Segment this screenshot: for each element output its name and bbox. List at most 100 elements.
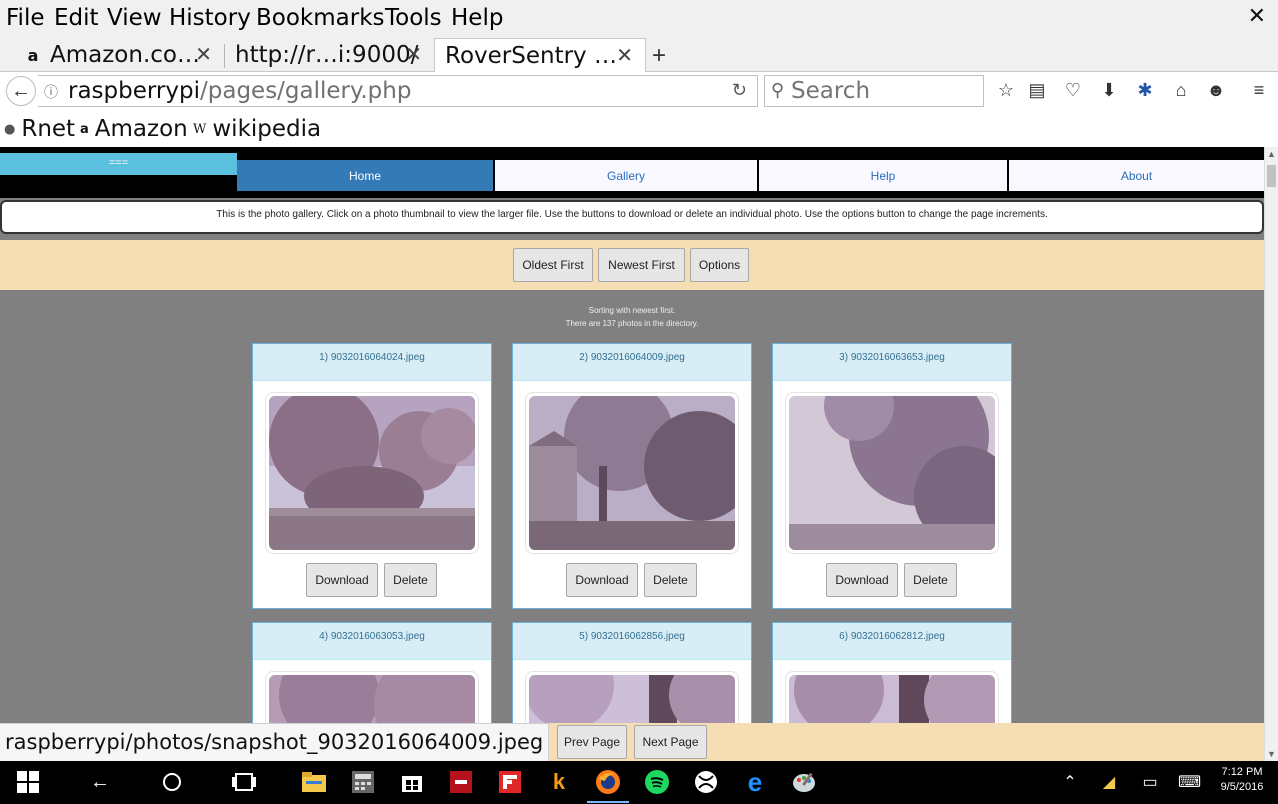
- pocket-icon[interactable]: ♡: [1062, 80, 1084, 101]
- bookmark-star-icon[interactable]: ☆: [995, 80, 1017, 101]
- photo-image: [269, 396, 475, 550]
- calculator-icon[interactable]: [348, 767, 378, 797]
- delete-button[interactable]: Delete: [384, 563, 437, 597]
- wifi-icon[interactable]: ◢: [1098, 772, 1120, 792]
- photo-title[interactable]: 4) 9032016063053.jpeg: [253, 623, 491, 660]
- tab-amazon[interactable]: a Amazon.co… ✕: [0, 38, 224, 72]
- xbox-icon[interactable]: [691, 767, 721, 797]
- tab-rover-stream[interactable]: http://r…i:9000/ ✕: [225, 38, 434, 72]
- firefox-icon[interactable]: [587, 767, 629, 803]
- windows-start-icon[interactable]: [13, 767, 43, 797]
- menu-bookmarks[interactable]: Bookmarks: [256, 5, 385, 31]
- scroll-up-icon[interactable]: ▲: [1267, 149, 1276, 159]
- menu-tools[interactable]: Tools: [385, 5, 442, 31]
- menu-bar: File Edit View History Bookmarks Tools H…: [0, 0, 1278, 38]
- bookmark-amazon[interactable]: a Amazon: [80, 116, 188, 142]
- new-tab-button[interactable]: +: [652, 42, 666, 70]
- bookmark-rnet[interactable]: ● Rnet: [4, 116, 75, 142]
- notification-icon[interactable]: ▭: [1139, 772, 1161, 792]
- nav-about[interactable]: About: [1009, 160, 1264, 191]
- edge-icon[interactable]: e: [740, 767, 770, 797]
- photo-thumbnail[interactable]: [525, 392, 739, 554]
- tab-label: Amazon.co…: [50, 42, 200, 68]
- tab-close-icon[interactable]: ✕: [616, 43, 633, 67]
- photo-image: [269, 675, 475, 723]
- delete-button[interactable]: Delete: [644, 563, 697, 597]
- translate-icon[interactable]: ✱: [1134, 80, 1156, 101]
- hamburger-menu-icon[interactable]: ≡: [1248, 80, 1270, 101]
- cortana-icon[interactable]: [157, 767, 187, 797]
- options-button[interactable]: Options: [690, 248, 749, 282]
- kindle-icon[interactable]: k: [544, 767, 574, 797]
- photo-title[interactable]: 1) 9032016064024.jpeg: [253, 344, 491, 381]
- photo-count: There are 137 photos in the directory.: [565, 319, 699, 328]
- home-icon[interactable]: ⌂: [1170, 80, 1192, 101]
- photo-title[interactable]: 2) 9032016064009.jpeg: [513, 344, 751, 381]
- downloads-icon[interactable]: ⬇: [1098, 80, 1120, 101]
- taskbar-clock[interactable]: 7:12 PM 9/5/2016: [1210, 765, 1274, 795]
- store-icon[interactable]: [397, 767, 427, 797]
- delete-button[interactable]: Delete: [904, 563, 957, 597]
- chat-icon[interactable]: ☻: [1205, 80, 1227, 101]
- nav-home[interactable]: Home: [237, 160, 495, 191]
- site-info-icon[interactable]: ⓘ: [44, 82, 58, 102]
- menu-help[interactable]: Help: [451, 5, 503, 31]
- chevron-up-icon[interactable]: ⌃: [1059, 772, 1081, 792]
- prev-page-button[interactable]: Prev Page: [557, 725, 627, 759]
- news-app-icon[interactable]: [446, 767, 476, 797]
- menu-file[interactable]: File: [6, 5, 45, 31]
- download-button[interactable]: Download: [306, 563, 378, 597]
- file-explorer-icon[interactable]: [299, 767, 329, 797]
- bookmarks-toolbar: ● Rnet a Amazon W wikipedia: [0, 110, 1278, 147]
- menu-toggle-button[interactable]: ===: [0, 153, 237, 175]
- reload-icon[interactable]: ↻: [732, 80, 747, 101]
- menu-history[interactable]: History: [169, 5, 251, 31]
- photo-title[interactable]: 3) 9032016063653.jpeg: [773, 344, 1011, 381]
- back-button[interactable]: ←: [6, 76, 36, 106]
- photo-thumbnail[interactable]: [265, 671, 479, 723]
- paint-icon[interactable]: [789, 767, 819, 797]
- nav-gallery[interactable]: Gallery: [495, 160, 759, 191]
- tab-label: RoverSentry …: [445, 43, 617, 69]
- tab-close-icon[interactable]: ✕: [195, 42, 212, 66]
- next-page-button[interactable]: Next Page: [634, 725, 707, 759]
- photo-image: [529, 396, 735, 550]
- back-arrow-icon[interactable]: ←: [85, 767, 115, 797]
- clock-time: 7:12 PM: [1221, 766, 1263, 778]
- download-button[interactable]: Download: [566, 563, 638, 597]
- photo-thumbnail[interactable]: [785, 392, 999, 554]
- photo-thumbnail[interactable]: [525, 671, 739, 723]
- bookmark-label: Rnet: [21, 116, 76, 142]
- photo-thumbnail[interactable]: [785, 671, 999, 723]
- search-input[interactable]: [791, 78, 971, 104]
- nav-help[interactable]: Help: [759, 160, 1009, 191]
- page-viewport: === Home Gallery Help About This is the …: [0, 147, 1264, 723]
- menu-view[interactable]: View: [107, 5, 162, 31]
- window-close-icon[interactable]: ✕: [1248, 3, 1266, 29]
- bookmark-wikipedia[interactable]: W wikipedia: [193, 116, 321, 142]
- newest-first-button[interactable]: Newest First: [598, 248, 685, 282]
- url-bar[interactable]: ⓘ raspberrypi/pages/gallery.php ↻: [38, 75, 758, 107]
- photo-thumbnail[interactable]: [265, 392, 479, 554]
- tab-close-icon[interactable]: ✕: [405, 42, 422, 66]
- reading-list-icon[interactable]: ▤: [1026, 80, 1048, 101]
- photo-card: 2) 9032016064009.jpeg Download Delete: [512, 343, 752, 609]
- photo-card: 5) 9032016062856.jpeg: [512, 622, 752, 723]
- spotify-icon[interactable]: [642, 767, 672, 797]
- scroll-thumb[interactable]: [1267, 165, 1276, 187]
- photo-title[interactable]: 5) 9032016062856.jpeg: [513, 623, 751, 660]
- flipboard-icon[interactable]: [495, 767, 525, 797]
- menu-edit[interactable]: Edit: [54, 5, 99, 31]
- tab-roversentry[interactable]: RoverSentry … ✕: [434, 38, 646, 73]
- keyboard-icon[interactable]: ⌨: [1178, 772, 1201, 792]
- search-box[interactable]: ⚲: [764, 75, 984, 107]
- scroll-down-icon[interactable]: ▼: [1267, 749, 1276, 759]
- download-button[interactable]: Download: [826, 563, 898, 597]
- oldest-first-button[interactable]: Oldest First: [513, 248, 593, 282]
- tab-label: http://r…i:9000/: [235, 42, 419, 68]
- photo-card: 1) 9032016064024.jpeg Download Delete: [252, 343, 492, 609]
- photo-title[interactable]: 6) 9032016062812.jpeg: [773, 623, 1011, 660]
- link-status-popup: raspberrypi/photos/snapshot_903201606400…: [0, 723, 550, 761]
- page-scrollbar[interactable]: ▲ ▼: [1264, 147, 1278, 761]
- task-view-icon[interactable]: [229, 767, 259, 797]
